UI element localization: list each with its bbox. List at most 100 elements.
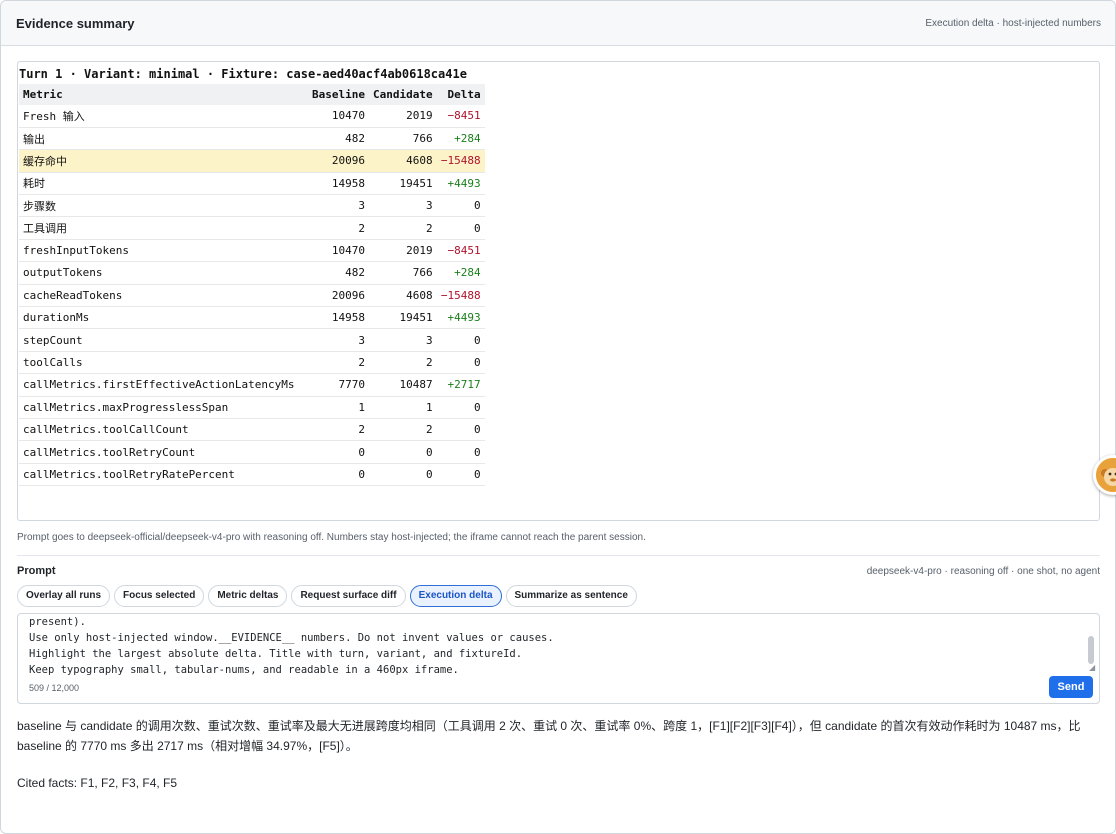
delta-cell: +284: [436, 127, 485, 151]
metrics-table: Metric Baseline Candidate Delta Fresh 输入…: [19, 84, 485, 487]
metric-cell: toolCalls: [19, 351, 301, 375]
table-row: durationMs 14958 19451 +4493: [19, 306, 485, 330]
table-row: stepCount 3 3 0: [19, 328, 485, 352]
candidate-cell: 766: [369, 261, 437, 285]
prompt-preset-chips: Overlay all runs Focus selected Metric del…: [17, 585, 1099, 607]
prompt-textarea[interactable]: present). Use only host-injected window._…: [29, 614, 1079, 678]
delta-cell: 0: [436, 396, 485, 419]
panel-title: Evidence summary: [16, 15, 135, 31]
candidate-cell: 0: [369, 440, 437, 464]
chip-overlay-all-runs[interactable]: Overlay all runs: [17, 585, 111, 607]
table-title: Turn 1 · Variant: minimal · Fixture: cas…: [19, 67, 467, 81]
editor-scrollbar[interactable]: [1088, 636, 1094, 664]
candidate-cell: 1: [369, 396, 437, 419]
baseline-cell: 10470: [301, 105, 369, 128]
delta-cell: +2717: [436, 373, 485, 397]
prompt-editor[interactable]: present). Use only host-injected window._…: [17, 613, 1100, 704]
chip-metric-deltas[interactable]: Metric deltas: [208, 585, 288, 607]
baseline-cell: 14958: [301, 306, 369, 330]
metric-cell: callMetrics.toolCallCount: [19, 418, 301, 442]
table-header-row: Metric Baseline Candidate Delta: [19, 84, 485, 105]
baseline-cell: 20096: [301, 149, 369, 173]
table-row: 工具调用 2 2 0: [19, 216, 485, 240]
delta-cell: 0: [436, 463, 485, 487]
evidence-summary-panel: Evidence summary Execution delta · host-…: [0, 0, 1116, 834]
baseline-cell: 20096: [301, 284, 369, 308]
candidate-cell: 2019: [369, 105, 437, 128]
character-counter: 509 / 12,000: [29, 683, 80, 693]
chip-execution-delta[interactable]: Execution delta: [409, 585, 502, 607]
baseline-cell: 1: [301, 396, 369, 419]
candidate-cell: 3: [369, 328, 437, 352]
table-row: callMetrics.toolCallCount 2 2 0: [19, 418, 485, 442]
table-row: callMetrics.maxProgresslessSpan 1 1 0: [19, 396, 485, 419]
baseline-cell: 0: [301, 440, 369, 464]
baseline-cell: 14958: [301, 172, 369, 196]
panel-meta: Execution delta · host-injected numbers: [925, 17, 1101, 29]
chip-request-surface-diff[interactable]: Request surface diff: [291, 585, 406, 607]
delta-cell: 0: [436, 216, 485, 240]
table-row: callMetrics.firstEffectiveActionLatencyM…: [19, 373, 485, 397]
baseline-cell: 0: [301, 463, 369, 487]
metric-cell: durationMs: [19, 306, 301, 330]
delta-cell: 0: [436, 440, 485, 464]
delta-cell: +4493: [436, 172, 485, 196]
prompt-label: Prompt: [17, 565, 56, 577]
metric-cell: cacheReadTokens: [19, 284, 301, 308]
table-row: 步骤数 3 3 0: [19, 194, 485, 218]
table-row: callMetrics.toolRetryRatePercent 0 0 0: [19, 463, 485, 487]
table-row: outputTokens 482 766 +284: [19, 261, 485, 285]
candidate-cell: 10487: [369, 373, 437, 397]
baseline-cell: 3: [301, 328, 369, 352]
metric-cell: callMetrics.firstEffectiveActionLatencyM…: [19, 373, 301, 397]
chip-summarize-as-sentence[interactable]: Summarize as sentence: [505, 585, 637, 607]
metric-cell: 缓存命中: [19, 149, 301, 173]
metric-cell: freshInputTokens: [19, 239, 301, 263]
candidate-cell: 4608: [369, 284, 437, 308]
resize-grip-icon[interactable]: ◢: [1089, 664, 1097, 672]
send-button[interactable]: Send: [1049, 676, 1093, 698]
evidence-iframe[interactable]: Turn 1 · Variant: minimal · Fixture: cas…: [17, 61, 1100, 521]
metric-cell: 步骤数: [19, 194, 301, 218]
delta-cell: +4493: [436, 306, 485, 330]
chip-focus-selected[interactable]: Focus selected: [114, 585, 205, 607]
column-header-metric: Metric: [19, 84, 301, 105]
prompt-meta: deepseek-v4-pro · reasoning off · one sh…: [866, 565, 1100, 577]
candidate-cell: 2: [369, 351, 437, 375]
column-header-delta: Delta: [436, 84, 485, 105]
candidate-cell: 766: [369, 127, 437, 151]
metric-cell: callMetrics.maxProgresslessSpan: [19, 396, 301, 419]
delta-cell: 0: [436, 194, 485, 218]
baseline-cell: 482: [301, 261, 369, 285]
metric-cell: stepCount: [19, 328, 301, 352]
prompt-header: Prompt deepseek-v4-pro · reasoning off ·…: [17, 565, 1100, 577]
metric-cell: 工具调用: [19, 216, 301, 240]
metric-cell: callMetrics.toolRetryRatePercent: [19, 463, 301, 487]
metric-cell: callMetrics.toolRetryCount: [19, 440, 301, 464]
delta-cell: 0: [436, 328, 485, 352]
routing-note: Prompt goes to deepseek-official/deepsee…: [17, 532, 646, 543]
prompt-line: Highlight the largest absolute delta. Ti…: [29, 648, 523, 660]
candidate-cell: 2019: [369, 239, 437, 263]
prompt-line: present).: [29, 616, 86, 628]
section-divider: [17, 555, 1100, 556]
panel-header: Evidence summary Execution delta · host-…: [1, 1, 1115, 46]
delta-cell: −15488: [436, 149, 485, 173]
cited-facts: Cited facts: F1, F2, F3, F4, F5: [17, 776, 178, 790]
delta-cell: −8451: [436, 105, 485, 128]
delta-cell: 0: [436, 351, 485, 375]
metrics-table-body: Fresh 输入 10470 2019 −8451 输出 482 766 +284 缓存命中 20…: [19, 105, 485, 487]
baseline-cell: 3: [301, 194, 369, 218]
baseline-cell: 2: [301, 418, 369, 442]
prompt-line: Keep typography small, tabular-nums, and…: [29, 664, 459, 676]
column-header-baseline: Baseline: [301, 84, 369, 105]
delta-cell: −8451: [436, 239, 485, 263]
metric-cell: Fresh 输入: [19, 105, 301, 128]
metric-cell: 耗时: [19, 172, 301, 196]
table-row: 耗时 14958 19451 +4493: [19, 172, 485, 196]
table-row: 缓存命中 20096 4608 −15488: [19, 149, 485, 173]
table-row: Fresh 输入 10470 2019 −8451: [19, 105, 485, 128]
column-header-candidate: Candidate: [369, 84, 437, 105]
candidate-cell: 19451: [369, 306, 437, 330]
baseline-cell: 482: [301, 127, 369, 151]
